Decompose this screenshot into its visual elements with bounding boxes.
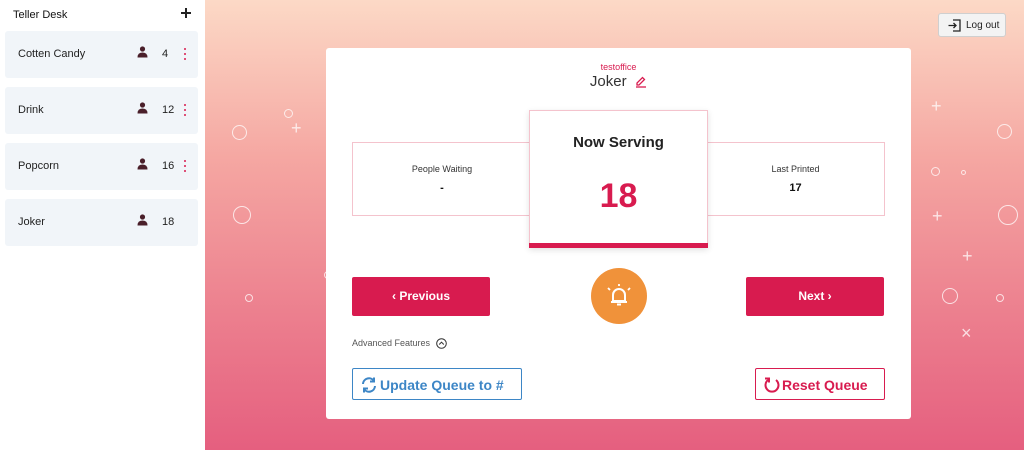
person-icon — [137, 102, 148, 114]
update-queue-label: Update Queue to # — [380, 377, 504, 393]
queue-title: Joker — [589, 73, 627, 90]
decor-plus: + — [291, 118, 302, 138]
queue-count: 12 — [162, 104, 175, 116]
now-serving-value: 18 — [599, 177, 638, 215]
decor-circle — [942, 288, 958, 304]
sidebar-item-cotten-candy[interactable]: Cotten Candy 4 — [5, 31, 198, 78]
decor-plus: + — [932, 206, 943, 226]
person-icon — [137, 158, 148, 170]
decor-plus: + — [931, 96, 942, 116]
logout-button[interactable]: Log out — [938, 13, 1006, 37]
sidebar: Teller Desk Cotten Candy 4 Drink 12 Popc… — [0, 0, 205, 450]
sidebar-item-popcorn[interactable]: Popcorn 16 — [5, 143, 198, 190]
previous-label: Previous — [399, 289, 451, 303]
decor-circle — [245, 294, 253, 302]
decor-circle — [931, 167, 940, 176]
call-bell-button[interactable] — [591, 268, 647, 324]
kebab-menu-icon[interactable] — [182, 159, 188, 173]
queue-count: 18 — [162, 216, 175, 228]
decor-circle — [998, 205, 1018, 225]
logout-icon — [948, 19, 961, 32]
reset-queue-button[interactable]: Reset Queue — [755, 368, 885, 400]
person-icon — [137, 46, 148, 58]
queue-card: testoffice Joker People Waiting - Last P… — [326, 48, 911, 419]
logout-label: Log out — [966, 20, 1000, 31]
last-printed-label: Last Printed — [771, 164, 820, 174]
reset-icon — [764, 377, 780, 393]
sync-icon — [362, 377, 376, 393]
last-printed-box: Last Printed 17 — [706, 142, 885, 216]
office-name: testoffice — [600, 62, 637, 72]
sidebar-title: Teller Desk — [13, 9, 68, 21]
decor-circle — [232, 125, 247, 140]
queue-count: 4 — [162, 48, 169, 60]
bell-icon — [607, 284, 631, 306]
queue-name: Joker — [18, 216, 45, 228]
edit-icon[interactable] — [635, 76, 647, 88]
previous-button[interactable]: ‹ Previous — [352, 277, 490, 316]
decor-x: × — [961, 323, 972, 343]
next-label: Next — [798, 289, 825, 303]
last-printed-value: 17 — [789, 182, 802, 194]
decor-circle — [284, 109, 293, 118]
queue-name: Popcorn — [18, 160, 59, 172]
decor-circle — [997, 124, 1012, 139]
decor-plus: + — [962, 246, 973, 266]
plus-icon[interactable] — [179, 6, 193, 20]
sidebar-header: Teller Desk — [13, 6, 193, 23]
people-waiting-value: - — [440, 182, 444, 194]
queue-count: 16 — [162, 160, 175, 172]
decor-circle — [961, 170, 966, 175]
advanced-features-label: Advanced Features — [352, 338, 431, 348]
now-serving-box: Now Serving 18 — [529, 110, 708, 248]
people-waiting-label: People Waiting — [411, 164, 473, 174]
people-waiting-box: People Waiting - — [352, 142, 532, 216]
decor-circle — [996, 294, 1004, 302]
now-serving-accent-bar — [529, 243, 708, 248]
now-serving-label: Now Serving — [573, 134, 664, 151]
decor-circle — [233, 206, 251, 224]
person-icon — [137, 214, 148, 226]
main-area: + + + + × Log out testoffice Joker Peopl… — [205, 0, 1024, 450]
chevron-up-circle-icon — [435, 338, 447, 349]
update-queue-button[interactable]: Update Queue to # — [352, 368, 522, 400]
next-button[interactable]: Next › — [746, 277, 884, 316]
kebab-menu-icon[interactable] — [182, 47, 188, 61]
chevron-right-icon: › — [824, 289, 832, 303]
advanced-features-toggle[interactable]: Advanced Features — [352, 338, 447, 349]
sidebar-item-joker[interactable]: Joker 18 — [5, 199, 198, 246]
queue-title-row: Joker — [326, 73, 911, 91]
queue-name: Drink — [18, 104, 44, 116]
reset-queue-label: Reset Queue — [782, 377, 868, 393]
queue-name: Cotten Candy — [18, 48, 86, 60]
sidebar-item-drink[interactable]: Drink 12 — [5, 87, 198, 134]
kebab-menu-icon[interactable] — [182, 103, 188, 117]
